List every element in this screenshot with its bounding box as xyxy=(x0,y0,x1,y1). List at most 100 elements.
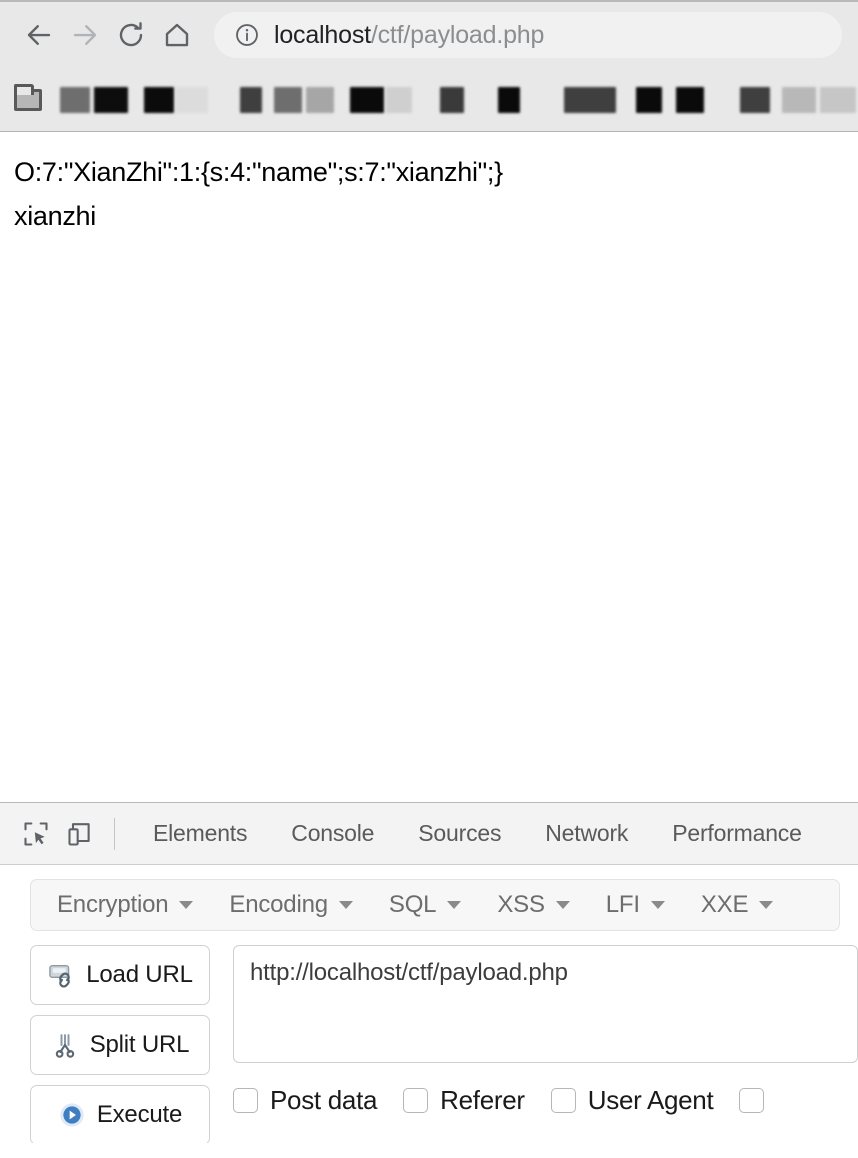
load-url-button[interactable]: Load URL xyxy=(30,945,210,1005)
checkbox-referer-label: Referer xyxy=(440,1085,525,1115)
load-url-label: Load URL xyxy=(86,961,193,988)
checkbox-box[interactable] xyxy=(403,1088,429,1113)
url-path: /ctf/payload.php xyxy=(370,20,545,49)
bookmark-label-blurred xyxy=(176,86,208,113)
bookmark-item[interactable] xyxy=(740,80,770,120)
tab-performance[interactable]: Performance xyxy=(650,820,823,847)
tab-elements[interactable]: Elements xyxy=(131,820,269,847)
folder-icon xyxy=(14,83,42,111)
bookmark-item[interactable] xyxy=(274,80,302,120)
url-host: localhost xyxy=(274,20,371,49)
serialized-object-text: O:7:"XianZhi":1:{s:4:"name";s:7:"xianzhi… xyxy=(14,157,503,187)
bookmark-item[interactable] xyxy=(564,80,616,120)
devtools-tabbar: Elements Console Sources Network Perform… xyxy=(0,803,858,865)
menu-xss[interactable]: XSS xyxy=(479,891,587,919)
menu-xxe[interactable]: XXE xyxy=(683,891,791,919)
bookmark-item[interactable] xyxy=(60,80,90,120)
device-toolbar-button[interactable] xyxy=(58,812,102,856)
address-bar[interactable]: localhost/ctf/payload.php xyxy=(214,12,842,58)
hackbar-body: Load URL Split URL Execute http://localh… xyxy=(0,931,858,1143)
bookmark-item[interactable] xyxy=(440,80,464,120)
bookmark-item[interactable] xyxy=(144,80,174,120)
bookmark-item[interactable] xyxy=(240,80,262,120)
hackbar-action-buttons: Load URL Split URL Execute xyxy=(30,945,210,1143)
reload-button[interactable] xyxy=(108,12,154,58)
info-circle-icon[interactable] xyxy=(234,22,260,48)
bookmark-item[interactable] xyxy=(14,80,42,120)
menu-encoding-label: Encoding xyxy=(229,891,328,918)
menu-sql-label: SQL xyxy=(388,891,437,918)
bookmark-item[interactable] xyxy=(94,80,128,120)
execute-label: Execute xyxy=(96,1101,183,1128)
chevron-down-icon xyxy=(338,901,353,909)
tab-network[interactable]: Network xyxy=(523,820,650,847)
bookmark-label-blurred xyxy=(782,86,816,113)
menu-lfi-label: LFI xyxy=(605,891,640,918)
split-url-label: Split URL xyxy=(89,1031,190,1058)
menu-encoding[interactable]: Encoding xyxy=(211,891,370,919)
bookmark-label-blurred xyxy=(94,86,128,113)
checkbox-user-agent[interactable]: User Agent xyxy=(550,1085,714,1116)
checkbox-truncated[interactable] xyxy=(739,1088,776,1113)
tab-console[interactable]: Console xyxy=(269,820,396,847)
bookmark-label-blurred xyxy=(306,86,334,113)
url-textarea[interactable]: http://localhost/ctf/payload.php xyxy=(233,945,858,1063)
execute-button[interactable]: Execute xyxy=(30,1085,210,1143)
menu-lfi[interactable]: LFI xyxy=(588,891,683,919)
bookmarks-bar[interactable] xyxy=(0,68,858,132)
bookmark-label-blurred xyxy=(820,86,856,113)
menu-encryption[interactable]: Encryption xyxy=(39,891,211,919)
hackbar-menubar: Encryption Encoding SQL XSS LFI XXE xyxy=(30,879,840,931)
name-value-text: xianzhi xyxy=(14,201,96,231)
bookmark-label-blurred xyxy=(350,86,384,113)
back-button[interactable] xyxy=(16,12,62,58)
bookmark-label-blurred xyxy=(636,86,662,113)
bookmark-label-blurred xyxy=(740,86,770,113)
menu-sql[interactable]: SQL xyxy=(371,891,479,919)
menu-xxe-label: XXE xyxy=(700,891,749,918)
bookmark-label-blurred xyxy=(564,86,616,113)
split-url-button[interactable]: Split URL xyxy=(30,1015,210,1075)
bookmark-item[interactable] xyxy=(636,80,662,120)
bookmark-label-blurred xyxy=(498,86,520,113)
chevron-down-icon xyxy=(650,901,665,909)
checkbox-box[interactable] xyxy=(233,1088,258,1113)
bookmark-label-blurred xyxy=(144,86,174,113)
checkbox-box[interactable] xyxy=(550,1088,576,1113)
hackbar-option-checkboxes: Post data Referer User Agent xyxy=(233,1085,858,1116)
load-url-icon xyxy=(49,964,71,988)
toolbar-divider xyxy=(114,817,115,850)
home-button[interactable] xyxy=(154,12,200,58)
reload-arrow-icon xyxy=(119,22,143,47)
bookmark-label-blurred xyxy=(60,86,90,113)
bookmark-item[interactable] xyxy=(676,80,704,120)
chevron-down-icon xyxy=(179,901,194,909)
bookmark-item[interactable] xyxy=(350,80,384,120)
menu-xss-label: XSS xyxy=(497,891,545,918)
bookmark-item[interactable] xyxy=(176,80,208,120)
browser-toolbar: localhost/ctf/payload.php xyxy=(0,0,858,68)
bookmark-item[interactable] xyxy=(498,80,520,120)
forward-button[interactable] xyxy=(62,12,108,58)
bookmark-label-blurred xyxy=(676,86,704,113)
bookmark-item[interactable] xyxy=(782,80,816,120)
bookmark-label-blurred xyxy=(240,86,262,113)
checkbox-referer[interactable]: Referer xyxy=(403,1085,525,1116)
bookmark-item[interactable] xyxy=(820,80,856,120)
back-arrow-icon xyxy=(27,25,51,45)
checkbox-user-agent-label: User Agent xyxy=(587,1085,714,1115)
bookmark-item[interactable] xyxy=(306,80,334,120)
checkbox-box[interactable] xyxy=(739,1088,765,1113)
inspect-element-button[interactable] xyxy=(14,812,58,856)
browser-window: localhost/ctf/payload.php O:7:"XianZhi":… xyxy=(0,0,858,1158)
tab-sources[interactable]: Sources xyxy=(396,820,523,847)
chevron-down-icon xyxy=(759,901,774,909)
forward-arrow-icon xyxy=(73,25,97,45)
bookmark-item[interactable] xyxy=(386,80,412,120)
chevron-down-icon xyxy=(447,901,462,909)
device-toolbar-icon xyxy=(68,822,90,846)
checkbox-post-data[interactable]: Post data xyxy=(233,1085,377,1116)
bookmark-label-blurred xyxy=(440,86,464,113)
play-circle-icon xyxy=(60,1103,84,1127)
inspect-element-icon xyxy=(24,821,48,846)
